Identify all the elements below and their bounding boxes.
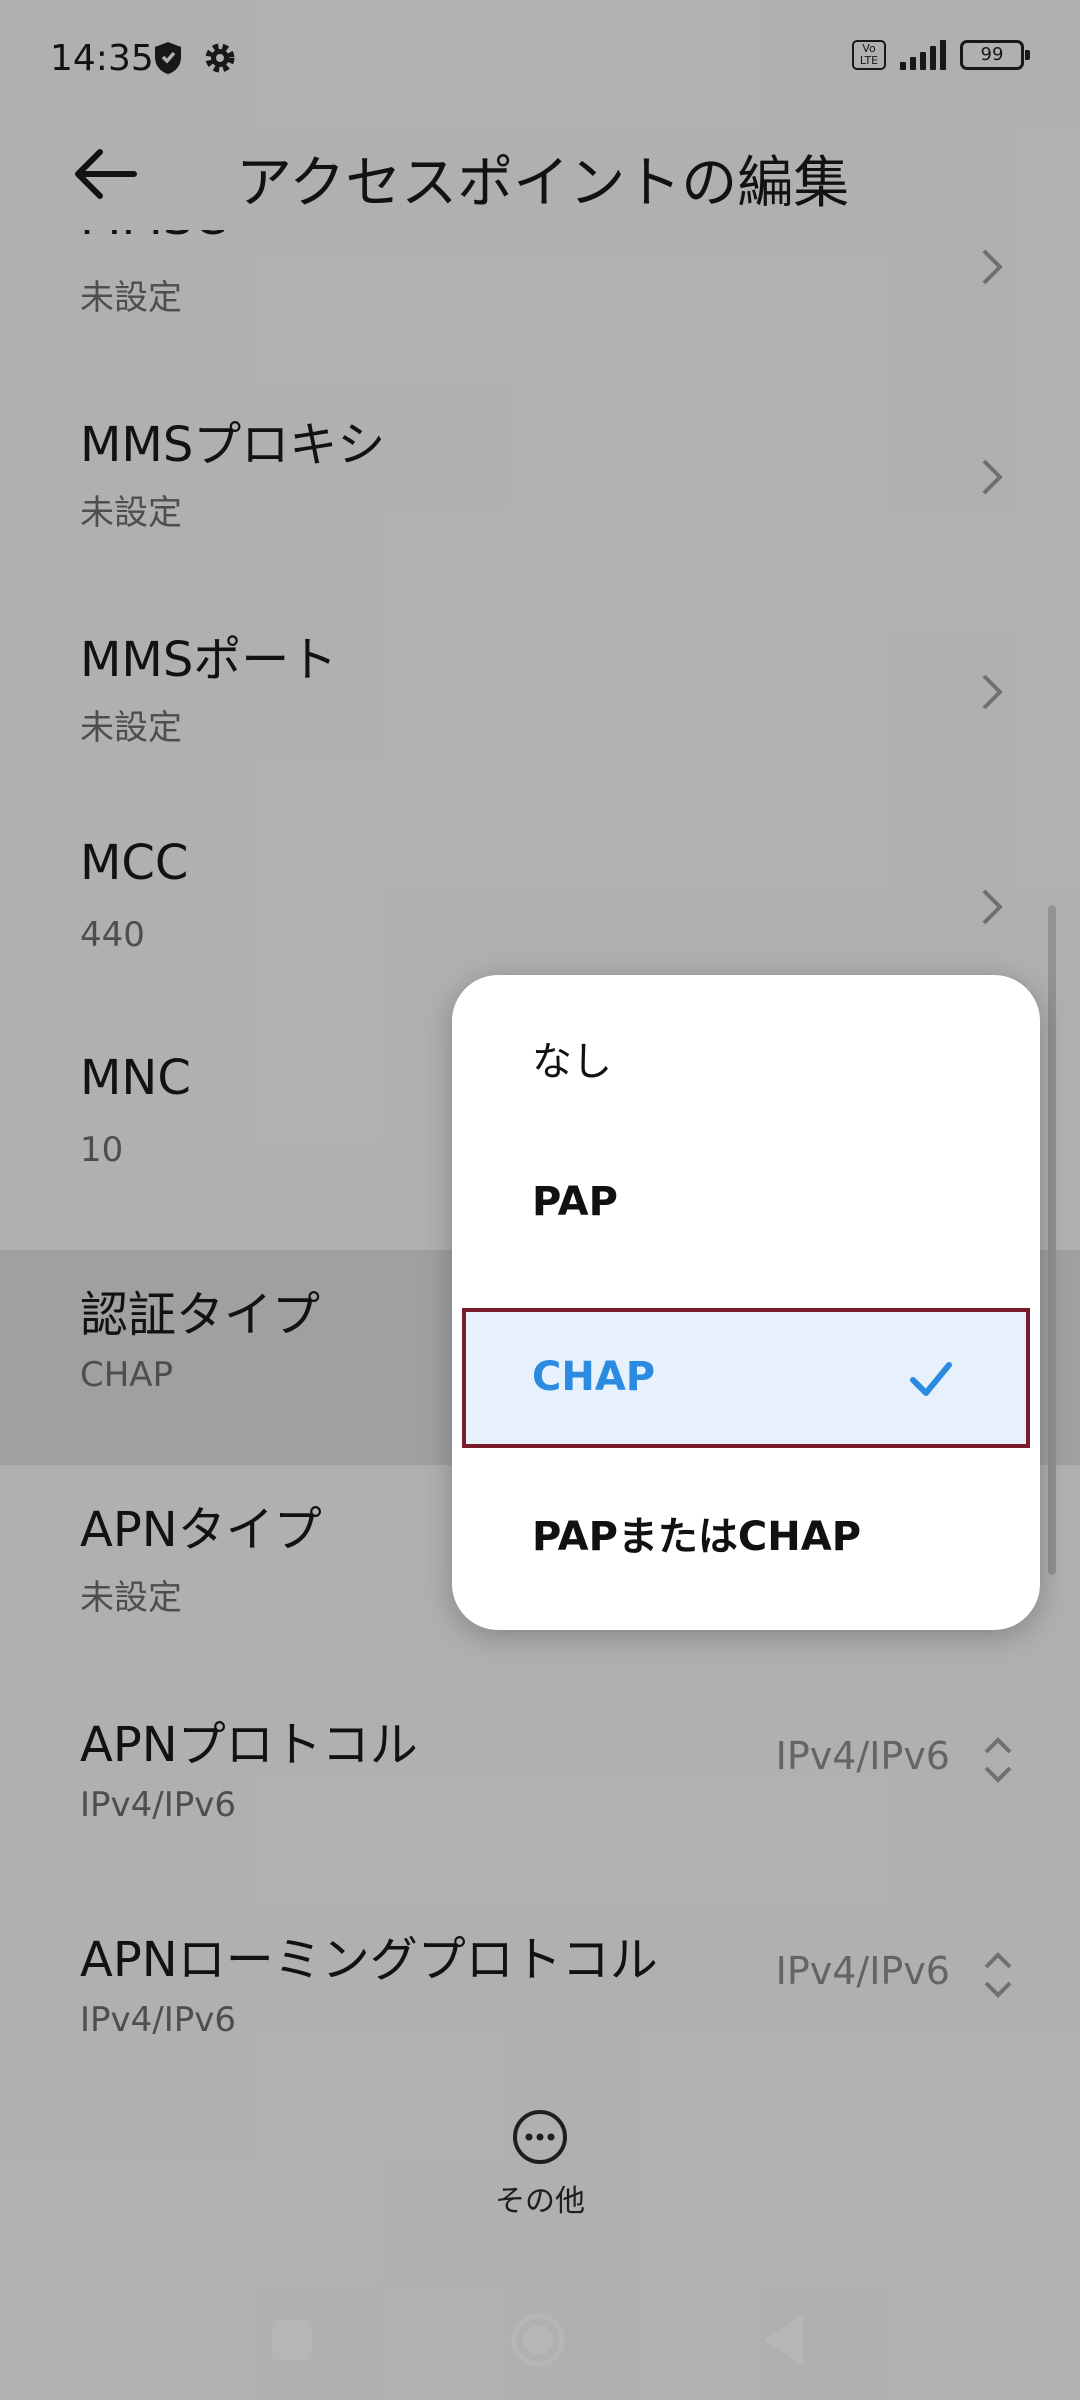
option-pap[interactable]: PAP bbox=[452, 1135, 1040, 1275]
option-pap-or-chap[interactable]: PAPまたはCHAP bbox=[452, 1460, 1040, 1600]
check-icon bbox=[910, 1362, 952, 1396]
option-label: PAPまたはCHAP bbox=[532, 1514, 862, 1560]
option-label: PAP bbox=[532, 1179, 618, 1225]
option-label: CHAP bbox=[532, 1354, 656, 1400]
option-label: なし bbox=[532, 1039, 612, 1085]
screen: 14:35 Vo LTE 99 アクセスポイントの編集 未設定 MMSプロキシ … bbox=[0, 0, 1080, 2400]
option-none[interactable]: なし bbox=[452, 985, 1040, 1125]
option-chap[interactable]: CHAP bbox=[462, 1308, 1030, 1448]
auth-type-dropdown: なし PAP CHAP PAPまたはCHAP bbox=[452, 975, 1040, 1630]
